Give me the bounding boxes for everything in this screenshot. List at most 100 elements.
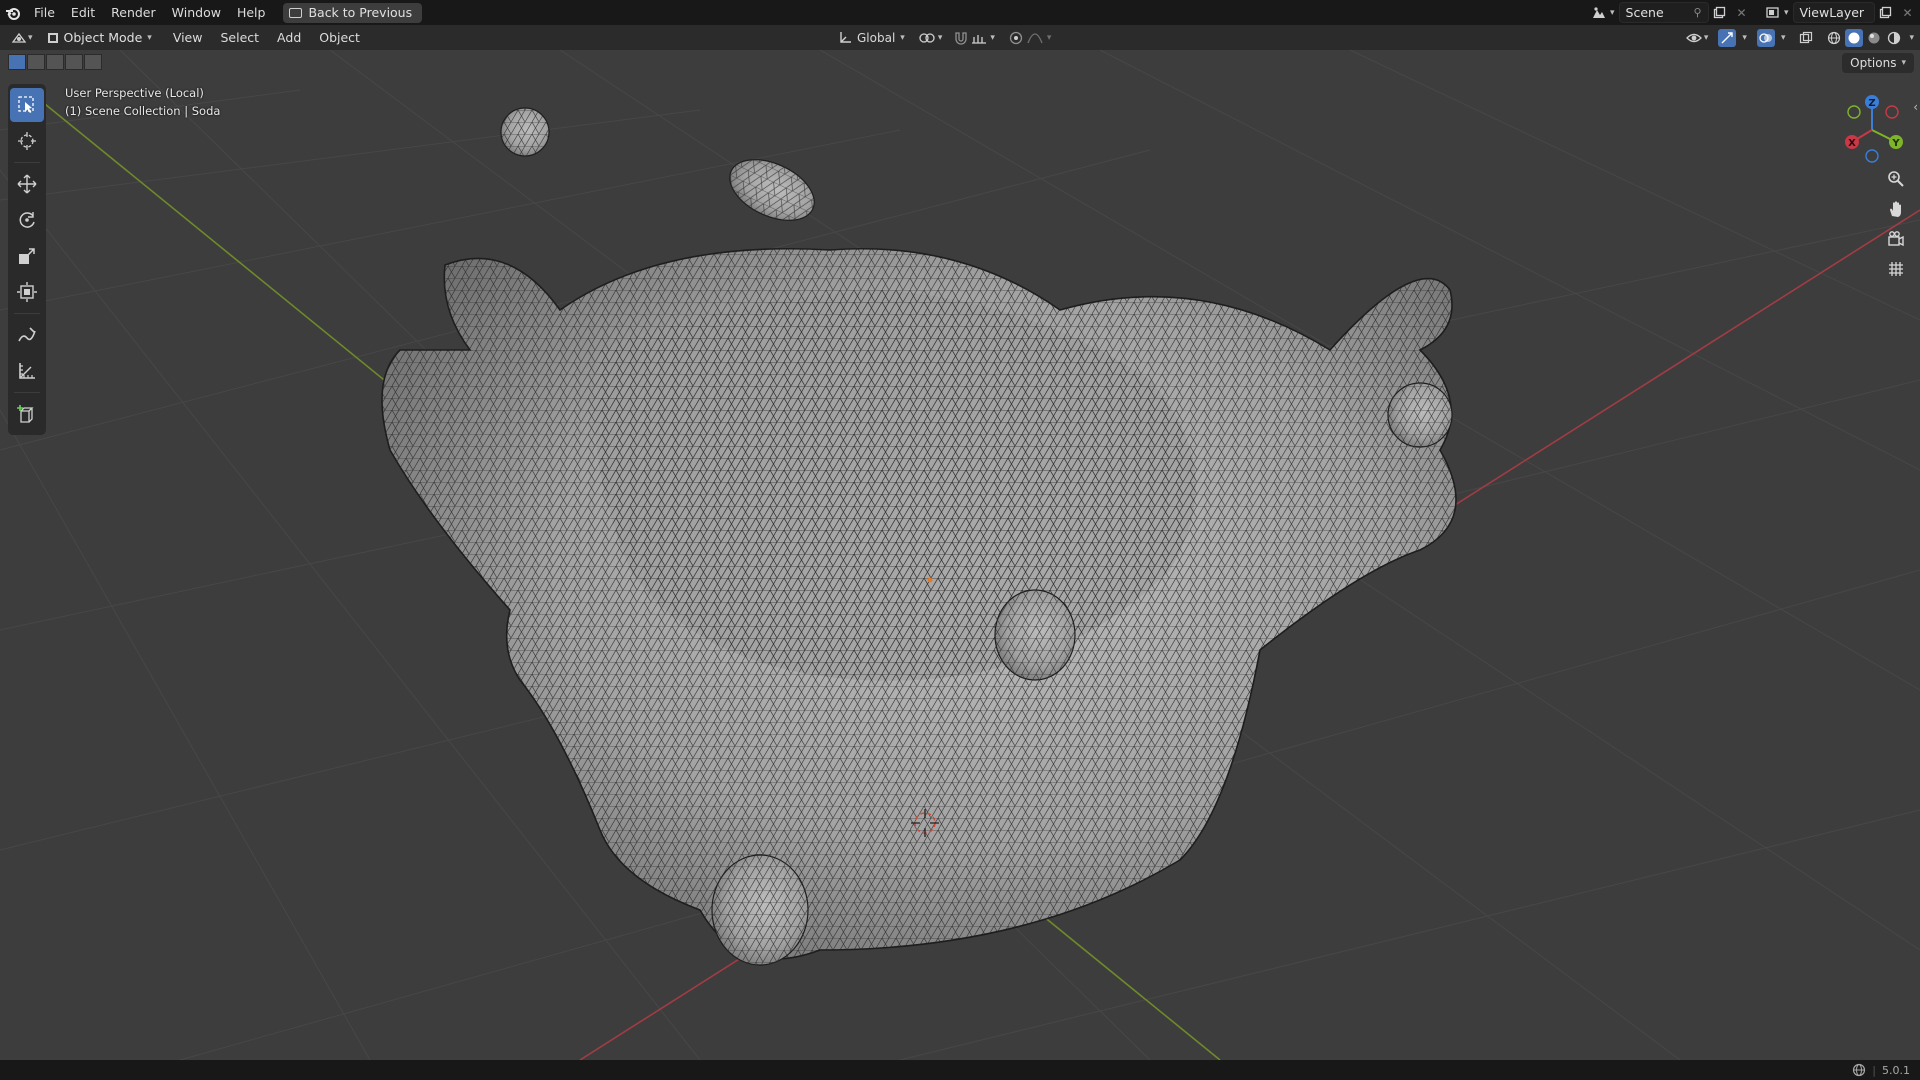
gizmo-x-label: X — [1848, 138, 1856, 149]
material-preview-icon[interactable] — [1865, 29, 1883, 47]
delete-scene-icon[interactable]: ✕ — [1731, 2, 1753, 23]
perspective-label: User Perspective (Local) — [65, 86, 204, 100]
header-menu-select[interactable]: Select — [211, 30, 268, 45]
object-mode-label: Object Mode — [63, 30, 143, 45]
view-layer-name: ViewLayer — [1799, 5, 1865, 20]
menu-window[interactable]: Window — [164, 0, 229, 25]
status-divider: | — [1872, 1063, 1876, 1077]
solid-shading-icon[interactable] — [1845, 28, 1864, 47]
show-overlays-icon[interactable] — [1756, 28, 1775, 47]
object-mode-dropdown[interactable]: Object Mode ▾ — [41, 28, 158, 47]
options-chevron-icon: ▾ — [1901, 58, 1906, 68]
menu-help[interactable]: Help — [229, 0, 274, 25]
scene-icon[interactable] — [1588, 2, 1610, 23]
gizmo-neg-y[interactable] — [1847, 105, 1861, 119]
camera-view-icon[interactable] — [1882, 225, 1910, 253]
viewport-display-tools: ▾ ▾ ▾ ▾ — [1685, 28, 1914, 47]
magnet-icon — [955, 31, 967, 45]
falloff-curve-icon — [1027, 32, 1043, 43]
scene-selector: ▾ Scene ⚲ ✕ — [1588, 2, 1753, 23]
falloff-chevron-icon: ▾ — [1046, 32, 1052, 43]
transform-orientation-label: Global — [857, 30, 896, 45]
menu-edit[interactable]: Edit — [63, 0, 103, 25]
visibility-dropdown[interactable]: ▾ — [1685, 31, 1709, 45]
measure-tool-icon[interactable] — [10, 354, 44, 388]
menu-file[interactable]: File — [26, 0, 63, 25]
gizmo-chevron-icon[interactable]: ▾ — [1742, 33, 1747, 43]
scene-chevron-down-icon[interactable]: ▾ — [1610, 8, 1615, 18]
wireframe-shading-icon[interactable] — [1825, 29, 1843, 47]
view-layer-icon[interactable] — [1762, 2, 1784, 23]
editor-type-chevron-icon[interactable]: ▾ — [28, 33, 33, 43]
add-cube-tool-icon[interactable] — [10, 397, 44, 431]
blender-version: 5.0.1 — [1882, 1063, 1910, 1077]
view-layer-selector: ▾ ViewLayer ✕ — [1762, 2, 1919, 23]
tool-separator — [14, 313, 40, 314]
select-intersect-icon[interactable] — [84, 54, 102, 70]
new-view-layer-icon[interactable] — [1875, 2, 1897, 23]
gizmo-neg-z[interactable] — [1865, 149, 1879, 163]
object-mode-icon — [47, 32, 58, 43]
select-new-icon[interactable] — [8, 54, 26, 70]
zoom-view-icon[interactable] — [1882, 165, 1910, 193]
scale-tool-icon[interactable] — [10, 239, 44, 273]
selection-mode-group — [8, 54, 102, 70]
object-origin-marker — [927, 577, 933, 583]
pin-icon[interactable]: ⚲ — [1693, 6, 1701, 19]
header-menu-object[interactable]: Object — [310, 30, 369, 45]
gizmo-y-label: Y — [1891, 138, 1900, 149]
shading-chevron-icon[interactable]: ▾ — [1909, 33, 1914, 43]
select-extend-icon[interactable] — [27, 54, 45, 70]
tool-separator — [14, 392, 40, 393]
gizmo-neg-x[interactable] — [1885, 105, 1899, 119]
soda-mesh[interactable] — [0, 50, 1920, 1060]
move-tool-icon[interactable] — [10, 167, 44, 201]
rotate-tool-icon[interactable] — [10, 203, 44, 237]
blender-logo-icon[interactable] — [0, 0, 26, 25]
select-box-tool-icon[interactable] — [10, 88, 44, 122]
proportional-edit-icon — [1009, 31, 1023, 44]
options-dropdown[interactable]: Options ▾ — [1842, 53, 1914, 73]
editor-type-icon[interactable] — [10, 29, 28, 47]
overlays-chevron-icon[interactable]: ▾ — [1781, 33, 1786, 43]
gizmo-z-label: Z — [1868, 98, 1875, 109]
select-subtract-icon[interactable] — [46, 54, 64, 70]
shading-mode-group — [1825, 28, 1903, 47]
pan-view-hand-icon[interactable] — [1882, 195, 1910, 223]
sidebar-toggle-chevron-icon[interactable]: ‹ — [1913, 100, 1918, 114]
collection-label: (1) Scene Collection | Soda — [65, 104, 221, 118]
orientation-chevron-icon: ▾ — [900, 32, 905, 43]
transform-tools: Global ▾ ▾ ▾ ▾ — [838, 28, 1051, 47]
tool-separator — [14, 162, 40, 163]
tool-shelf — [8, 84, 46, 435]
new-scene-icon[interactable] — [1709, 2, 1731, 23]
cursor-tool-icon[interactable] — [10, 124, 44, 158]
orientation-axes-icon — [840, 31, 851, 43]
show-gizmo-icon[interactable] — [1718, 28, 1737, 47]
rendered-shading-icon[interactable] — [1885, 29, 1903, 47]
top-bar: File Edit Render Window Help Back to Pre… — [0, 0, 1920, 25]
delete-view-layer-icon[interactable]: ✕ — [1897, 2, 1919, 23]
proportional-editing[interactable]: ▾ — [1009, 31, 1052, 45]
transform-orientation-dropdown[interactable]: Global ▾ — [838, 31, 905, 45]
status-bar: | 5.0.1 — [0, 1060, 1920, 1080]
transform-tool-icon[interactable] — [10, 275, 44, 309]
orthographic-toggle-grid-icon[interactable] — [1882, 255, 1910, 283]
menu-render[interactable]: Render — [103, 0, 164, 25]
pivot-point-dropdown[interactable]: ▾ — [919, 31, 942, 45]
header-menu-add[interactable]: Add — [268, 30, 310, 45]
annotate-tool-icon[interactable] — [10, 318, 44, 352]
navigation-gizmo[interactable]: Z Y X — [1832, 90, 1912, 170]
select-invert-icon[interactable] — [65, 54, 83, 70]
view-layer-field[interactable]: ViewLayer — [1792, 2, 1875, 23]
header-menu-view[interactable]: View — [164, 30, 212, 45]
back-to-previous-label: Back to Previous — [308, 5, 413, 20]
back-to-previous-button[interactable]: Back to Previous — [283, 2, 423, 23]
visibility-chevron-icon: ▾ — [1703, 32, 1709, 43]
scene-name-field[interactable]: Scene ⚲ — [1618, 2, 1709, 23]
network-globe-icon[interactable] — [1852, 1063, 1866, 1077]
snap-toggle[interactable]: ▾ — [954, 31, 995, 45]
xray-toggle-icon[interactable] — [1797, 29, 1815, 47]
view-layer-chevron-down-icon[interactable]: ▾ — [1784, 8, 1789, 18]
3d-viewport[interactable]: User Perspective (Local) (1) Scene Colle… — [0, 50, 1920, 1060]
